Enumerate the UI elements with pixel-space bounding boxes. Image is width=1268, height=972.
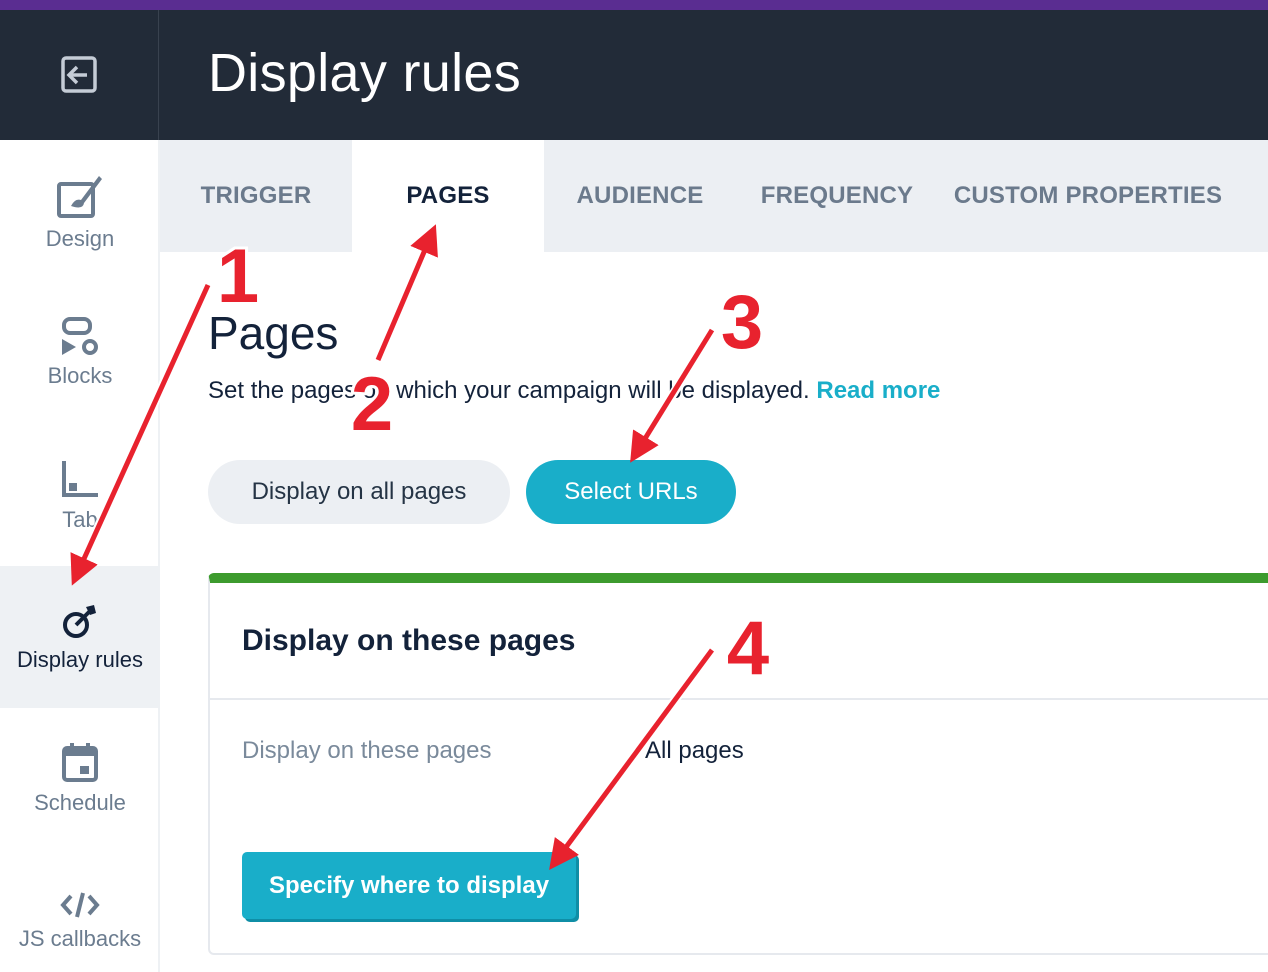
sidebar-item-label: Schedule — [34, 790, 126, 815]
sidebar-item-schedule[interactable]: Schedule — [0, 708, 160, 850]
sidebar: Design Blocks Tab Display rules Schedule… — [0, 140, 160, 972]
annotation-arrow-2 — [375, 224, 438, 361]
tab-audience[interactable]: AUDIENCE — [544, 140, 736, 252]
page-header — [0, 10, 1268, 140]
description-text: Set the pages on which your campaign wil… — [208, 377, 810, 404]
card-divider — [210, 698, 1268, 700]
row-value: All pages — [645, 737, 744, 764]
code-icon — [60, 892, 100, 918]
tab-custom-properties[interactable]: CUSTOM PROPERTIES — [938, 140, 1238, 252]
sidebar-item-label: JS callbacks — [18, 926, 142, 951]
row-label: Display on these pages — [242, 737, 492, 764]
tab-icon — [62, 461, 98, 497]
sidebar-item-blocks[interactable]: Blocks — [0, 282, 160, 424]
sidebar-item-display-rules[interactable]: Display rules — [0, 566, 160, 708]
sidebar-item-design[interactable]: Design — [0, 140, 160, 282]
page-title: Display rules — [208, 43, 522, 103]
annotation-number-3: 3 — [721, 280, 763, 365]
exit-icon — [61, 56, 97, 93]
card-title: Display on these pages — [242, 624, 576, 657]
target-dart-icon — [63, 605, 96, 638]
calendar-icon — [62, 743, 98, 782]
tab-trigger[interactable]: TRIGGER — [160, 140, 352, 252]
tab-bar: TRIGGER PAGES AUDIENCE FREQUENCY CUSTOM … — [160, 140, 1268, 252]
sidebar-item-label: Design — [45, 226, 115, 251]
sidebar-item-js-callbacks[interactable]: JS callbacks — [0, 850, 160, 972]
exit-button[interactable] — [0, 10, 159, 140]
design-brush-icon — [57, 176, 102, 218]
sidebar-item-label: Blocks — [47, 363, 113, 388]
section-title: Pages — [208, 307, 339, 359]
specify-where-to-display-button[interactable]: Specify where to display — [242, 852, 576, 919]
sidebar-item-tab[interactable]: Tab — [0, 424, 160, 566]
blocks-icon — [62, 317, 98, 355]
section-description: Set the pages on which your campaign wil… — [208, 377, 940, 405]
read-more-link[interactable]: Read more — [816, 377, 940, 404]
tab-frequency[interactable]: FREQUENCY — [736, 140, 938, 252]
tab-pages[interactable]: PAGES — [352, 140, 544, 252]
brand-stripe — [0, 0, 1268, 10]
sidebar-item-label: Tab — [62, 507, 98, 532]
select-urls-button[interactable]: Select URLs — [526, 460, 736, 524]
display-on-all-pages-button[interactable]: Display on all pages — [208, 460, 510, 524]
sidebar-item-label: Display rules — [17, 647, 143, 672]
